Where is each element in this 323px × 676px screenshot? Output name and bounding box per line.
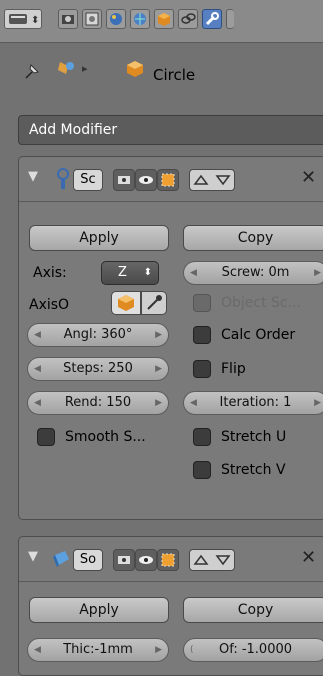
render-icon[interactable] [58,9,78,29]
copy-label: Copy [237,602,274,618]
object-screw-label: Object Sc... [221,295,301,311]
axis-value: Z [118,265,127,280]
angle-value: Angl: 360° [63,327,133,342]
move-buttons [189,169,235,191]
breadcrumb-arrow-icon: ▸ [82,62,88,75]
object-icon[interactable] [154,9,174,29]
solidify-modifier-panel: ▼ So ✕ Apply Copy ◀ Thic:-1mm ▶ (Of: -1.00… [18,536,323,676]
apply-label: Apply [79,602,119,618]
calc-order-label: Calc Order [221,327,296,343]
axis-select[interactable]: Z ⬍ [101,261,159,285]
world-globe-icon[interactable] [130,9,150,29]
thickness-value: Thic:-1mm [63,642,133,657]
editmode-icon[interactable] [157,169,179,191]
move-up-icon[interactable] [192,172,210,188]
realtime-icon[interactable] [135,549,157,571]
flip-checkbox[interactable] [193,360,211,378]
iterations-value: Iteration: 1 [219,395,292,410]
chevron-updown-icon: ⬍ [143,267,152,278]
steps-value: Steps: 250 [63,361,133,376]
calc-order-checkbox[interactable] [193,326,211,344]
move-down-icon[interactable] [214,552,232,568]
modifier-name: So [79,552,97,567]
pin-icon[interactable] [22,60,44,82]
add-modifier-dropdown[interactable]: Add Modifier [18,115,323,145]
copy-button[interactable]: Copy [183,225,323,251]
smooth-shading-label: Smooth S... [65,429,146,445]
steps-field[interactable]: ◀ Steps: 250 ▶ [27,357,169,381]
screw-value: Screw: 0m [221,265,290,280]
solidify-icon [53,551,69,567]
object-name: Circle [153,66,196,84]
object-screw-checkbox[interactable] [193,294,211,312]
axis-object-field[interactable] [111,291,141,315]
modifier-name-field[interactable]: So [73,549,103,571]
copy-label: Copy [237,230,274,246]
apply-button[interactable]: Apply [29,225,169,251]
stretch-u-label: Stretch U [221,429,287,445]
editmode-icon[interactable] [157,549,179,571]
expand-icon[interactable]: ▼ [28,169,38,184]
flip-label: Flip [221,361,246,377]
stretch-v-label: Stretch V [221,462,286,478]
apply-label: Apply [79,230,119,246]
wrench-icon[interactable] [202,9,222,29]
modifier-name: Sc [80,172,96,187]
svg-text:⬍: ⬍ [31,15,39,26]
cube-icon [127,61,143,77]
render-toggle-icon[interactable] [113,169,135,191]
panel-header: ▼ Sc ✕ [19,157,323,202]
move-down-icon[interactable] [214,172,232,188]
realtime-icon[interactable] [135,169,157,191]
iterations-field[interactable]: ◀ Iteration: 1 ▶ [183,391,323,415]
eyedropper-icon[interactable] [141,291,167,315]
object-data-icon [58,62,74,74]
screw-modifier-panel: ▼ Sc ✕ Apply Copy Axis: Z ⬍ ◀ Screw: 0m ▶ … [18,156,323,520]
axis-label: Axis: [33,265,67,281]
screw-field[interactable]: ◀ Screw: 0m ▶ [183,261,323,285]
offset-field[interactable]: (Of: -1.0000 [183,638,323,662]
add-modifier-label: Add Modifier [29,122,118,138]
axis-object-label: AxisO [29,297,70,313]
render-steps-field[interactable]: ◀ Rend: 150 ▶ [27,391,169,415]
smooth-shading-checkbox[interactable] [37,428,55,446]
constraint-icon[interactable] [178,9,198,29]
stretch-u-checkbox[interactable] [193,428,211,446]
expand-icon[interactable]: ▼ [28,549,38,564]
move-up-icon[interactable] [192,552,210,568]
close-icon[interactable]: ✕ [301,547,316,568]
properties-header: ⬍ [0,0,323,43]
render-toggle-icon[interactable] [113,549,135,571]
editor-type-icon[interactable]: ⬍ [4,9,42,29]
world-icon[interactable] [106,9,126,29]
panel-header: ▼ So ✕ [19,537,323,582]
scene-icon[interactable] [82,9,102,29]
copy-button[interactable]: Copy [183,597,323,623]
particles-icon[interactable] [226,9,234,29]
move-buttons [189,549,235,571]
angle-field[interactable]: ◀ Angl: 360° ▶ [27,323,169,347]
modifier-wrench-icon [57,168,69,189]
modifier-name-field[interactable]: Sc [73,169,103,191]
offset-value: Of: -1.0000 [218,642,293,657]
apply-button[interactable]: Apply [29,597,169,623]
stretch-v-checkbox[interactable] [193,461,211,479]
render-steps-value: Rend: 150 [64,395,132,410]
close-icon[interactable]: ✕ [301,167,316,188]
thickness-field[interactable]: ◀ Thic:-1mm ▶ [27,638,169,662]
